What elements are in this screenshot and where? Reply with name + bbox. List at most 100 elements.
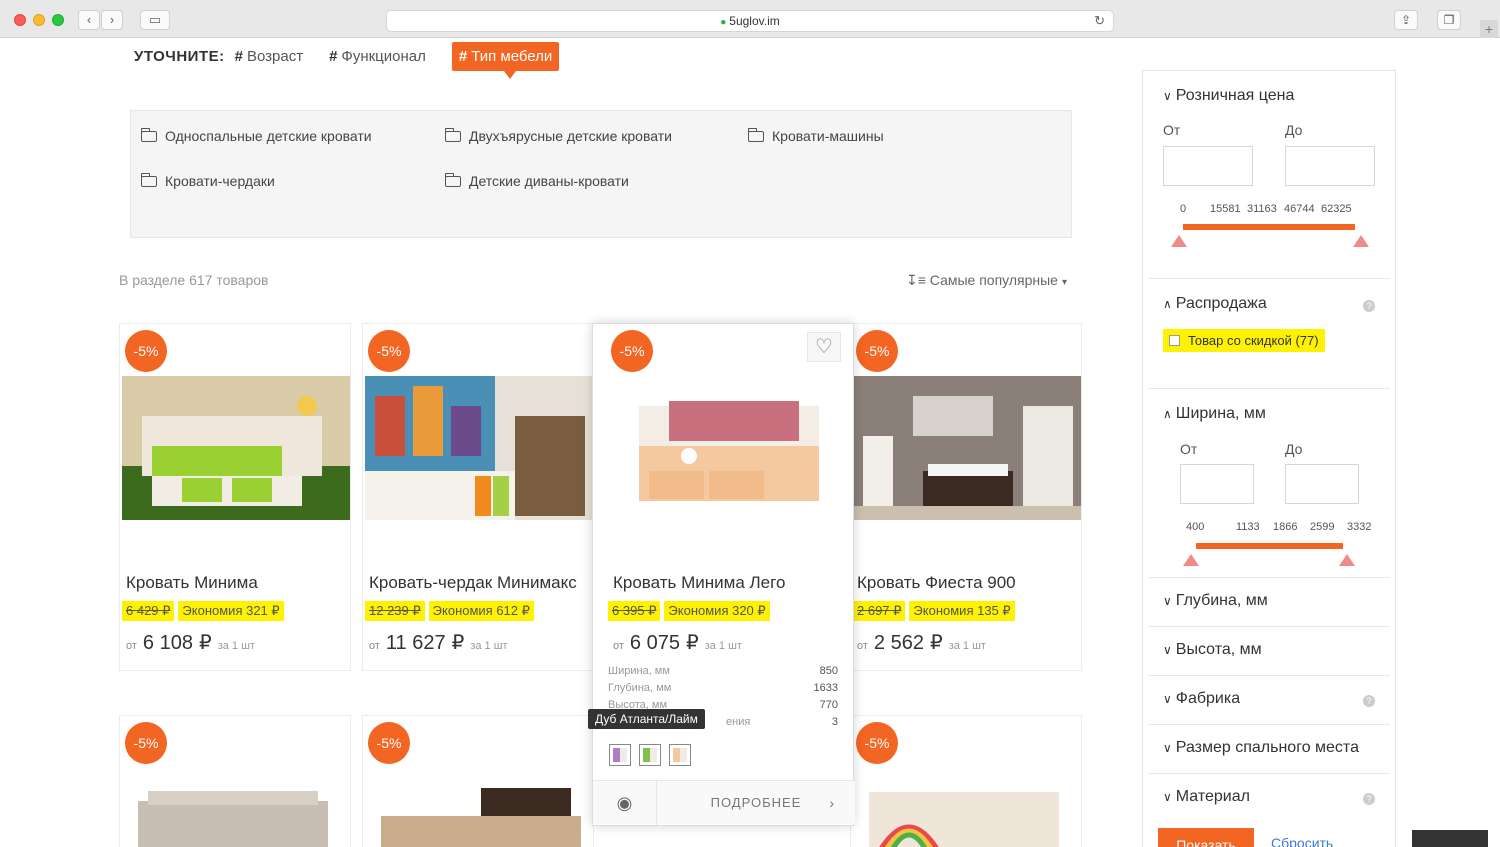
subcategory-link[interactable]: Кровати-машины — [747, 127, 884, 144]
show-button[interactable]: Показать — [1158, 828, 1254, 847]
minimize-window-button[interactable] — [33, 14, 45, 26]
product-card[interactable]: -5% Кровать Фиеста 900 2 697 ₽ Экономия 1… — [850, 323, 1082, 671]
scroll-up-button[interactable] — [1412, 830, 1488, 847]
economy-label: Экономия 320 ₽ — [664, 601, 770, 621]
new-tab-button[interactable]: + — [1480, 20, 1498, 38]
sidebar-toggle-icon[interactable]: ▭ — [140, 10, 170, 30]
width-range-track[interactable] — [1196, 543, 1343, 549]
tag-furniture-type[interactable]: # Тип мебели — [451, 41, 560, 79]
chevron-down-icon: ∨ — [1163, 692, 1172, 706]
width-min-handle[interactable] — [1183, 554, 1199, 566]
discount-badge: -5% — [856, 722, 898, 764]
tag-age[interactable]: # Возраст — [235, 48, 303, 65]
product-card[interactable]: -5% — [119, 715, 351, 847]
filter-sleep-size-title[interactable]: ∨ Размер спального места — [1163, 739, 1359, 757]
product-price: от 6 075 ₽ за 1 шт — [613, 632, 742, 654]
product-image[interactable] — [853, 376, 1081, 520]
help-icon[interactable]: ? — [1363, 695, 1375, 707]
product-price: от 11 627 ₽ за 1 шт — [369, 632, 508, 654]
address-bar[interactable]: ● 5uglov.im ↻ — [386, 10, 1114, 32]
sort-dropdown[interactable]: ↧≡ Самые популярные ▾ — [906, 272, 1067, 289]
price-max-handle[interactable] — [1353, 235, 1369, 247]
product-card-hovered[interactable]: -5% ♡ Кровать Минима Лего 6 395 ₽ Экономи… — [588, 323, 855, 826]
old-price: 12 239 ₽ — [365, 601, 425, 621]
sale-checkbox[interactable]: Товар со скидкой (77) — [1163, 329, 1325, 352]
product-card[interactable]: -5% — [850, 715, 1082, 847]
quick-view-eye-icon[interactable]: ◉ — [593, 781, 657, 825]
subcategory-link[interactable]: Односпальные детские кровати — [140, 127, 372, 144]
details-button[interactable]: ПОДРОБНЕЕ › — [657, 781, 855, 824]
product-image[interactable] — [869, 782, 1069, 847]
product-card[interactable]: -5% Кровать Минима 6 429 ₽ Экономия 321 ₽… — [119, 323, 351, 671]
refine-bar: УТОЧНИТЕ: # Возраст # Функционал # Тип мебе… — [134, 41, 560, 79]
color-swatch[interactable] — [609, 744, 631, 766]
filter-price-title[interactable]: ∨ Розничная цена — [1163, 87, 1294, 105]
folder-icon — [140, 127, 157, 142]
filter-sale-title[interactable]: ∧ Распродажа — [1163, 295, 1267, 313]
share-icon[interactable]: ⇪ — [1394, 10, 1418, 30]
favorite-heart-icon[interactable]: ♡ — [807, 332, 841, 362]
chevron-down-icon: ∨ — [1163, 594, 1172, 608]
reset-link[interactable]: Сбросить — [1271, 835, 1333, 847]
tag-function[interactable]: # Функционал — [329, 48, 426, 65]
forward-button[interactable]: › — [101, 10, 123, 30]
economy-label: Экономия 135 ₽ — [909, 601, 1015, 621]
price-min-handle[interactable] — [1171, 235, 1187, 247]
close-window-button[interactable] — [14, 14, 26, 26]
spec-row: Ширина, мм 850 — [608, 665, 838, 677]
filter-depth-title[interactable]: ∨ Глубина, мм — [1163, 592, 1268, 610]
product-name[interactable]: Кровать-чердак Минимакс — [369, 573, 577, 593]
width-to-input[interactable] — [1285, 464, 1359, 504]
subcategory-link[interactable]: Кровати-чердаки — [140, 172, 275, 189]
width-to-label: До — [1285, 441, 1303, 457]
swatch-fill — [613, 748, 627, 762]
price-from-label: От — [1163, 122, 1181, 138]
url-text: 5uglov.im — [729, 14, 780, 28]
lock-icon: ● — [720, 17, 727, 28]
width-from-label: От — [1180, 441, 1198, 457]
product-image[interactable] — [365, 376, 593, 520]
price-range-track[interactable] — [1183, 224, 1355, 230]
swatch-fill — [673, 748, 687, 762]
color-swatches — [609, 744, 699, 766]
product-name[interactable]: Кровать Фиеста 900 — [857, 573, 1016, 593]
filter-material-title[interactable]: ∨ Материал — [1163, 788, 1250, 806]
discount-badge: -5% — [125, 722, 167, 764]
color-swatch[interactable] — [639, 744, 661, 766]
product-image[interactable] — [381, 788, 581, 847]
economy-label: Экономия 321 ₽ — [178, 601, 284, 621]
product-name[interactable]: Кровать Минима — [126, 573, 258, 593]
help-icon[interactable]: ? — [1363, 300, 1375, 312]
chevron-up-icon: ∧ — [1163, 297, 1172, 311]
folder-icon — [140, 172, 157, 187]
folder-icon — [444, 127, 461, 142]
price-to-label: До — [1285, 122, 1303, 138]
product-price: от 6 108 ₽ за 1 шт — [126, 632, 255, 654]
help-icon[interactable]: ? — [1363, 793, 1375, 805]
discount-badge: -5% — [856, 330, 898, 372]
tabs-overview-icon[interactable]: ❐ — [1437, 10, 1461, 30]
filter-width-title[interactable]: ∧ Ширина, мм — [1163, 405, 1266, 423]
zoom-window-button[interactable] — [52, 14, 64, 26]
spec-row: Глубина, мм 1633 — [608, 682, 838, 694]
product-card[interactable]: -5% — [362, 715, 594, 847]
width-from-input[interactable] — [1180, 464, 1254, 504]
subcategory-link[interactable]: Двухъярусные детские кровати — [444, 127, 672, 144]
price-from-input[interactable] — [1163, 146, 1253, 186]
folder-icon — [444, 172, 461, 187]
product-image[interactable] — [138, 791, 333, 847]
reload-icon[interactable]: ↻ — [1094, 11, 1105, 31]
filter-factory-title[interactable]: ∨ Фабрика — [1163, 690, 1240, 708]
price-to-input[interactable] — [1285, 146, 1375, 186]
discount-badge: -5% — [125, 330, 167, 372]
product-name[interactable]: Кровать Минима Лего — [613, 573, 785, 593]
width-max-handle[interactable] — [1339, 554, 1355, 566]
color-swatch[interactable] — [669, 744, 691, 766]
product-card[interactable]: -5% Кровать-чердак Минимакс 12 239 ₽ Экон… — [362, 323, 594, 671]
subcategory-link[interactable]: Детские диваны-кровати — [444, 172, 629, 189]
product-image[interactable] — [609, 376, 841, 520]
filter-height-title[interactable]: ∨ Высота, мм — [1163, 641, 1262, 659]
product-image[interactable] — [122, 376, 350, 520]
back-button[interactable]: ‹ — [78, 10, 100, 30]
chevron-right-icon: › — [829, 795, 835, 811]
